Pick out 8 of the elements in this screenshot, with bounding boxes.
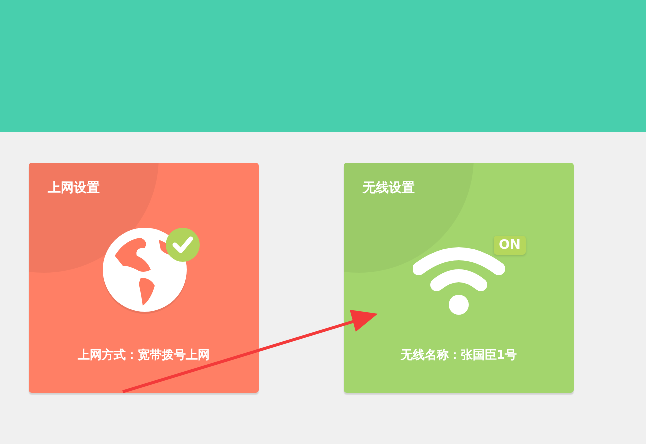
card-title: 上网设置 (48, 180, 100, 197)
settings-card[interactable]: 上网设置 上网方式：宽带拨号上网 (29, 163, 259, 393)
globe-icon (101, 226, 189, 314)
settings-card[interactable]: 无线设置 ON 无线名称：张国臣1号 (344, 163, 574, 393)
card-title: 无线设置 (363, 180, 415, 197)
card-detail: 无线名称：张国臣1号 (400, 347, 518, 364)
on-badge: ON (494, 236, 526, 255)
card-detail: 上网方式：宽带拨号上网 (77, 347, 211, 364)
